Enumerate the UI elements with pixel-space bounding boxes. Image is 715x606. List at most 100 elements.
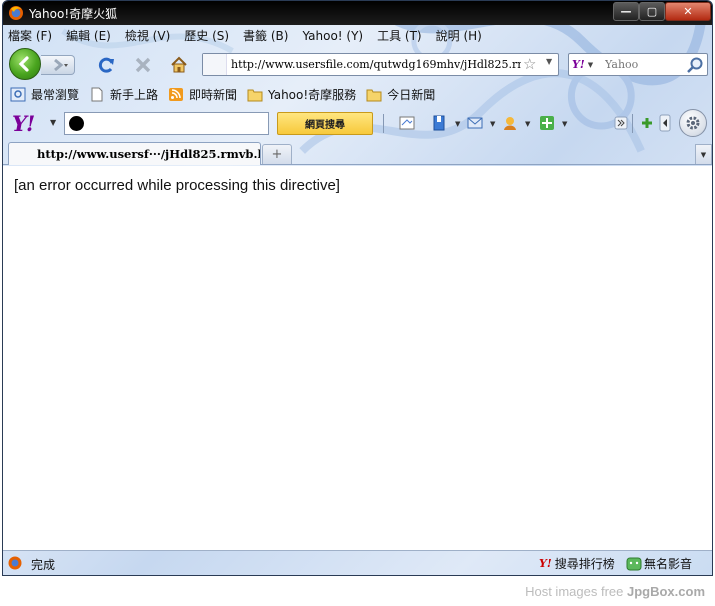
browser-window: Yahoo!奇摩火狐 — ▢ ✕ 檔案 (F) 編輯 (E) 檢視 (V) 歷史… [2, 0, 713, 576]
bookmark-today-news[interactable]: 今日新聞 [366, 86, 435, 103]
status-bar: 完成 Y! 搜尋排行榜 無名影音 [3, 550, 712, 575]
title-bar[interactable]: Yahoo!奇摩火狐 — ▢ ✕ [3, 1, 712, 25]
web-search-button[interactable]: 網頁搜尋 [277, 112, 373, 135]
scroll-left-icon[interactable] [655, 113, 675, 133]
toolbar-divider [632, 114, 633, 133]
messenger-icon[interactable] [500, 113, 520, 133]
yahoo-search-box[interactable] [64, 112, 269, 135]
new-tab-button[interactable]: + [262, 144, 292, 164]
sticky-note-icon[interactable] [397, 113, 417, 133]
reload-button[interactable] [97, 55, 117, 75]
navigation-toolbar: ☆ ▼ Y! ▼ [3, 47, 712, 81]
bookmark-label: 今日新聞 [387, 88, 436, 102]
puzzle-icon[interactable] [537, 113, 557, 133]
video-icon [626, 557, 642, 570]
search-icon[interactable] [686, 56, 704, 74]
home-icon [171, 56, 187, 73]
maximize-button[interactable]: ▢ [639, 2, 665, 21]
site-identity-icon[interactable] [203, 54, 227, 75]
bookmarks-toolbar: 最常瀏覽 新手上路 即時新聞 Yahoo!奇摩服務 今日新聞 [3, 84, 712, 105]
rss-icon [169, 88, 184, 101]
messenger-dropdown-icon[interactable]: ▼ [525, 120, 530, 128]
wretch-video-link[interactable]: 無名影音 [626, 555, 692, 572]
menu-edit[interactable]: 編輯 (E) [66, 27, 111, 44]
watermark-brand: JpgBox.com [626, 584, 705, 599]
puzzle-dropdown-icon[interactable]: ▼ [562, 120, 567, 128]
tab-list-button[interactable]: ▼ [695, 144, 712, 164]
folder-icon [366, 89, 382, 102]
address-bar[interactable]: ☆ ▼ [202, 53, 559, 76]
yahoo-search-input[interactable] [87, 115, 265, 132]
stop-icon [135, 57, 151, 73]
page-icon [91, 87, 103, 102]
menu-view[interactable]: 檢視 (V) [125, 27, 170, 44]
engine-dropdown-icon: ▼ [587, 60, 594, 69]
back-icon [18, 56, 29, 72]
search-input[interactable] [605, 56, 685, 73]
yahoo-menu-dropdown-icon[interactable]: ▼ [50, 118, 56, 127]
tab-strip: http://www.usersf···/jHdl825.rmvb.htm + … [3, 141, 712, 165]
chevron-down-icon: ▼ [700, 150, 707, 159]
firefox-icon [9, 6, 23, 20]
star-icon[interactable]: ☆ [523, 56, 536, 73]
status-text: 完成 [31, 558, 56, 572]
forward-icon [54, 58, 68, 72]
menu-yahoo[interactable]: Yahoo! (Y) [302, 29, 363, 43]
firefox-status-icon [8, 556, 22, 570]
menu-file[interactable]: 檔案 (F) [8, 27, 52, 44]
gear-icon [686, 116, 700, 130]
search-ranking-link[interactable]: Y! 搜尋排行榜 [539, 555, 615, 572]
tab-title: http://www.usersf···/jHdl825.rmvb.htm [37, 147, 261, 161]
plus-icon: + [271, 147, 283, 162]
status-link-label: 無名影音 [644, 557, 693, 571]
minimize-icon: — [620, 5, 632, 18]
url-input[interactable] [231, 56, 521, 73]
search-icon [69, 116, 84, 131]
tab-active[interactable]: http://www.usersf···/jHdl825.rmvb.htm [8, 142, 261, 165]
back-button[interactable] [9, 48, 41, 80]
page-content: [an error occurred while processing this… [3, 166, 712, 550]
bookmark-label: Yahoo!奇摩服務 [268, 88, 357, 102]
mail-dropdown-icon[interactable]: ▼ [490, 120, 495, 128]
status-link-label: 搜尋排行榜 [554, 557, 615, 571]
scroll-right-icon[interactable] [611, 113, 631, 133]
stop-button[interactable] [133, 55, 153, 75]
error-message: [an error occurred while processing this… [14, 177, 340, 194]
mail-icon[interactable] [465, 113, 485, 133]
maximize-icon: ▢ [646, 5, 658, 18]
watermark: Host images free JpgBox.com [525, 584, 705, 599]
yahoo-engine-icon: Y! [572, 58, 585, 71]
yahoo-logo[interactable]: Y! [12, 111, 35, 136]
menu-tools[interactable]: 工具 (T) [377, 27, 422, 44]
bookmark-label: 新手上路 [110, 88, 159, 102]
bookmark-book-icon[interactable] [429, 113, 449, 133]
url-dropdown-icon[interactable]: ▼ [546, 57, 552, 66]
watermark-prefix: Host images free [525, 584, 624, 599]
folder-icon [247, 89, 263, 102]
bookmark-getting-started[interactable]: 新手上路 [89, 86, 158, 103]
yahoo-small-icon: Y! [539, 557, 552, 570]
forward-button[interactable] [41, 55, 75, 75]
search-box[interactable]: Y! ▼ [568, 53, 708, 76]
bookmark-label: 最常瀏覽 [31, 88, 80, 102]
home-button[interactable] [169, 55, 189, 75]
add-icon[interactable] [637, 113, 657, 133]
minimize-button[interactable]: — [613, 2, 639, 21]
menu-help[interactable]: 說明 (H) [436, 27, 482, 44]
bookmark-yahoo-services[interactable]: Yahoo!奇摩服務 [247, 86, 356, 103]
bookmark-latest-news[interactable]: 即時新聞 [168, 86, 237, 103]
bookmark-most-visited[interactable]: 最常瀏覽 [10, 86, 79, 103]
bookmark-dropdown-icon[interactable]: ▼ [455, 120, 460, 128]
search-engine-selector[interactable]: Y! ▼ [572, 57, 602, 72]
reload-icon [98, 57, 114, 73]
menu-history[interactable]: 歷史 (S) [184, 27, 229, 44]
close-button[interactable]: ✕ [665, 2, 711, 21]
window-title: Yahoo!奇摩火狐 [29, 7, 118, 21]
most-visited-icon [10, 87, 26, 102]
menu-bookmarks[interactable]: 書籤 (B) [243, 27, 288, 44]
close-icon: ✕ [683, 5, 693, 18]
yahoo-toolbar: Y! ▼ 網頁搜尋 ▼ ▼ ▼ ▼ [3, 108, 712, 138]
toolbar-settings-button[interactable] [679, 109, 707, 137]
toolbar-divider [383, 114, 384, 133]
bookmark-label: 即時新聞 [189, 88, 238, 102]
